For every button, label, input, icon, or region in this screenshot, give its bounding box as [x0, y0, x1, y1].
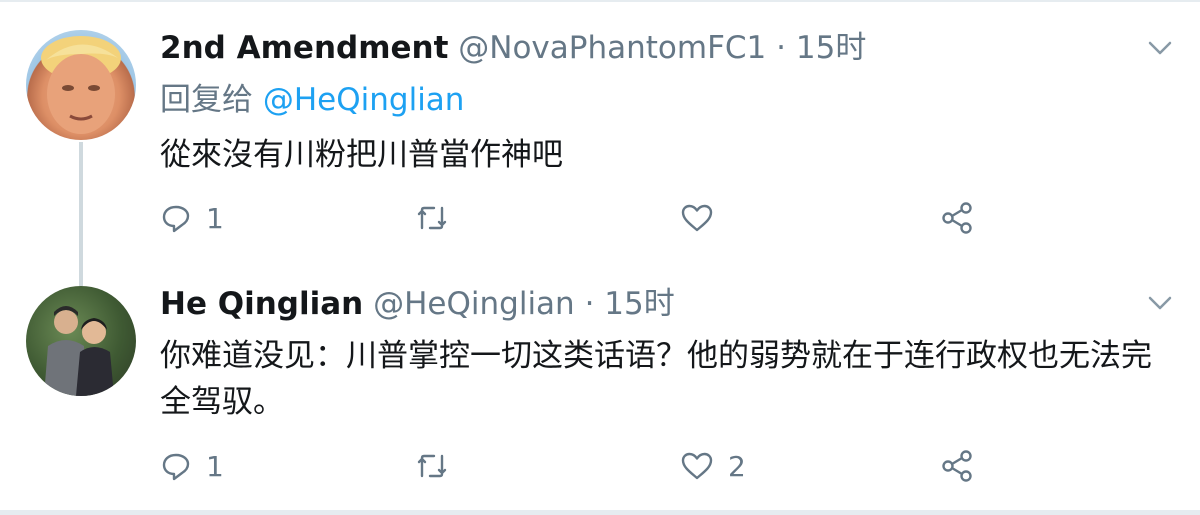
separator-dot: · — [584, 286, 595, 322]
reply-button[interactable]: 1 — [160, 446, 224, 486]
tweet-header: 2nd Amendment @NovaPhantomFC1 · 15时 — [160, 28, 866, 68]
bottom-divider — [0, 510, 1200, 515]
tweet-menu-button[interactable] — [1148, 295, 1172, 310]
reply-icon — [162, 205, 190, 233]
avatar[interactable] — [26, 30, 136, 140]
reply-count: 1 — [206, 201, 224, 235]
share-icon — [942, 450, 972, 482]
tweet-menu-button[interactable] — [1148, 40, 1172, 55]
like-button[interactable] — [680, 198, 728, 238]
avatar[interactable] — [26, 286, 136, 396]
retweet-button[interactable] — [414, 446, 464, 486]
display-name[interactable]: 2nd Amendment — [160, 30, 448, 66]
avatar-image — [41, 36, 121, 134]
reply-context: 回复给 @HeQinglian — [160, 80, 464, 120]
tweet-text: 從來沒有川粉把川普當作神吧 — [160, 137, 563, 173]
reply-prefix: 回复给 — [160, 82, 253, 118]
tweet[interactable]: He Qinglian @HeQinglian · 15时 你难道没见：川普掌控… — [0, 262, 1200, 510]
share-button[interactable] — [940, 198, 974, 238]
chevron-down-icon — [1148, 41, 1172, 55]
reply-icon — [162, 453, 190, 481]
share-button[interactable] — [940, 446, 974, 486]
retweet-icon — [417, 454, 447, 478]
heart-icon — [681, 452, 713, 480]
avatar-image — [44, 306, 114, 396]
tweet-header: He Qinglian @HeQinglian · 15时 — [160, 284, 675, 324]
like-button[interactable]: 2 — [680, 446, 746, 486]
user-handle[interactable]: @NovaPhantomFC1 — [458, 30, 766, 66]
tweet-actions: 1 2 — [160, 446, 1040, 486]
reply-button[interactable]: 1 — [160, 198, 224, 238]
display-name[interactable]: He Qinglian — [160, 286, 363, 322]
timestamp[interactable]: 15时 — [604, 286, 674, 322]
tweet-actions: 1 — [160, 198, 1040, 238]
heart-icon — [681, 204, 713, 232]
user-handle[interactable]: @HeQinglian — [373, 286, 575, 322]
retweet-icon — [417, 206, 447, 230]
reply-count: 1 — [206, 449, 224, 483]
retweet-button[interactable] — [414, 198, 464, 238]
reply-mention-link[interactable]: @HeQinglian — [263, 82, 465, 118]
chevron-down-icon — [1148, 296, 1172, 310]
tweet-text: 你难道没见：川普掌控一切这类话语？他的弱势就在于连行政权也无法完全驾驭。 — [160, 338, 1152, 420]
tweet[interactable]: 2nd Amendment @NovaPhantomFC1 · 15时 回复给 … — [0, 0, 1200, 286]
share-icon — [942, 202, 972, 234]
timestamp[interactable]: 15时 — [796, 30, 866, 66]
like-count: 2 — [728, 449, 746, 483]
separator-dot: · — [776, 30, 787, 66]
